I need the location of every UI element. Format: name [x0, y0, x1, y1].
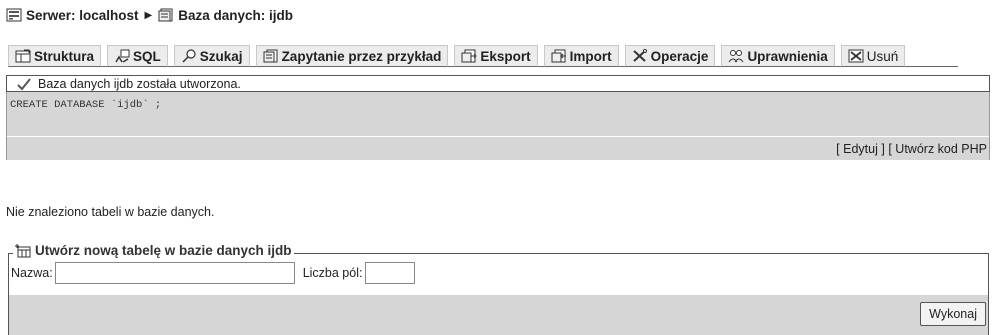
form-footer: Wykonaj: [9, 295, 988, 335]
breadcrumb-server-link[interactable]: Serwer: localhost: [26, 8, 139, 23]
privileges-icon: [728, 49, 744, 63]
tab-label: Uprawnienia: [747, 48, 828, 64]
create-table-legend: Utwórz nową tabelę w bazie danych ijdb: [13, 243, 294, 258]
tab-label: Import: [569, 48, 612, 64]
tab-label: SQL: [133, 48, 161, 64]
checkmark-icon: [16, 77, 32, 91]
tab-query-by-example[interactable]: Zapytanie przez przykład: [255, 45, 449, 67]
name-label: Nazwa:: [11, 266, 53, 280]
sql-query-panel: CREATE DATABASE `ijdb` ; [ Edytuj ] [ Ut…: [6, 92, 990, 160]
create-php-code-link[interactable]: Utwórz kod PHP: [895, 142, 987, 156]
tab-import[interactable]: Import: [543, 45, 619, 67]
query-icon: [263, 49, 279, 63]
tab-search[interactable]: Szukaj: [173, 45, 250, 67]
bracket: ]: [881, 142, 885, 156]
sql-icon: [114, 49, 130, 63]
sql-actions: [ Edytuj ] [ Utwórz kod PHP: [836, 142, 987, 156]
operations-icon: [632, 49, 648, 63]
bracket: [: [888, 142, 892, 156]
breadcrumb-separator: ▶: [144, 9, 153, 21]
tab-label: Struktura: [34, 48, 95, 64]
tab-structure[interactable]: Struktura: [8, 45, 102, 67]
export-icon: [461, 49, 478, 63]
import-icon: [551, 49, 567, 63]
server-icon: [6, 8, 22, 22]
execute-button[interactable]: Wykonaj: [920, 302, 986, 326]
database-icon: [158, 8, 174, 22]
tab-export[interactable]: Eksport: [454, 45, 538, 67]
tab-sql[interactable]: SQL: [107, 45, 168, 67]
drop-icon: [848, 49, 864, 63]
tab-label: Eksport: [480, 48, 531, 64]
fields-count-label: Liczba pól:: [302, 266, 363, 280]
tab-label: Operacje: [650, 48, 709, 64]
tab-label: Usuń: [866, 48, 899, 64]
tab-drop[interactable]: Usuń: [840, 45, 906, 67]
fields-count-input[interactable]: [365, 262, 416, 284]
breadcrumb: Serwer: localhost ▶ Baza danych: ijdb: [6, 6, 293, 24]
table-name-input[interactable]: [54, 262, 295, 284]
divider: [7, 136, 989, 137]
tab-label: Zapytanie przez przykład: [281, 48, 442, 64]
success-notice: Baza danych ijdb została utworzona.: [6, 75, 990, 92]
create-table-fieldset: Utwórz nową tabelę w bazie danych ijdb N…: [8, 243, 989, 335]
structure-icon: [15, 49, 31, 63]
edit-link[interactable]: Edytuj: [843, 142, 878, 156]
tab-operations[interactable]: Operacje: [624, 45, 716, 67]
create-table-form-row: Nazwa: Liczba pól:: [11, 262, 416, 284]
tab-bar: Struktura SQL Szukaj Zapytanie przez prz…: [8, 42, 958, 67]
new-table-icon: [15, 243, 31, 258]
no-tables-message: Nie znaleziono tabeli w bazie danych.: [6, 205, 215, 219]
bracket: [: [836, 142, 840, 156]
legend-text: Utwórz nową tabelę w bazie danych ijdb: [35, 243, 292, 258]
notice-message: Baza danych ijdb została utworzona.: [38, 76, 241, 91]
breadcrumb-database-link[interactable]: Baza danych: ijdb: [178, 8, 293, 23]
sql-query-text: CREATE DATABASE `ijdb` ;: [10, 99, 162, 111]
tab-label: Szukaj: [199, 48, 243, 64]
search-icon: [181, 49, 197, 63]
tab-privileges[interactable]: Uprawnienia: [721, 45, 835, 67]
